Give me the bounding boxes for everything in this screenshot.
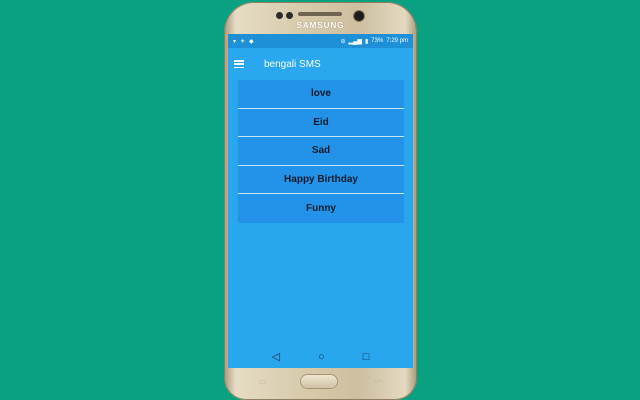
light-sensor (286, 12, 293, 19)
screen: ▾ ✦ ◆ ⊘ ▂▄▆ ▮ 73% 7:29 pm bengali SMS lo… (228, 34, 413, 368)
app-bar: bengali SMS (228, 48, 413, 80)
status-bar: ▾ ✦ ◆ ⊘ ▂▄▆ ▮ 73% 7:29 pm (228, 34, 413, 48)
battery-icon: ▮ (364, 38, 369, 45)
back-key-icon[interactable]: ↩ (374, 376, 382, 387)
brand-logo: SAMSUNG (296, 21, 345, 30)
front-camera (354, 11, 364, 21)
category-list: love Eid Sad Happy Birthday Funny (238, 80, 404, 223)
battery-level: 73% (371, 38, 384, 44)
navigation-bar: ◁ ○ □ (228, 346, 413, 368)
home-icon[interactable]: ○ (318, 351, 325, 363)
mute-icon: ⊘ (340, 38, 346, 45)
earpiece-speaker (298, 12, 342, 16)
clock: 7:29 pm (386, 38, 408, 44)
back-icon[interactable]: ◁ (272, 351, 280, 363)
signal-icon: ▂▄▆ (348, 38, 362, 45)
category-item-sad[interactable]: Sad (238, 137, 404, 166)
phone-frame: SAMSUNG ▾ ✦ ◆ ⊘ ▂▄▆ ▮ 73% 7:29 pm bengal… (224, 2, 417, 400)
category-item-love[interactable]: love (238, 80, 404, 109)
recent-apps-key-icon[interactable]: ▭ (258, 376, 267, 387)
app-notification-icon: ◆ (249, 38, 254, 45)
physical-home-button[interactable] (301, 375, 337, 388)
category-item-happy-birthday[interactable]: Happy Birthday (238, 166, 404, 194)
notification-icon: ▾ (233, 38, 237, 45)
hamburger-menu-icon[interactable] (234, 60, 244, 68)
recents-icon[interactable]: □ (363, 351, 370, 363)
app-title: bengali SMS (264, 58, 321, 70)
proximity-sensor (276, 12, 283, 19)
category-item-eid[interactable]: Eid (238, 109, 404, 137)
category-item-funny[interactable]: Funny (238, 194, 404, 223)
wifi-icon: ✦ (240, 38, 246, 45)
